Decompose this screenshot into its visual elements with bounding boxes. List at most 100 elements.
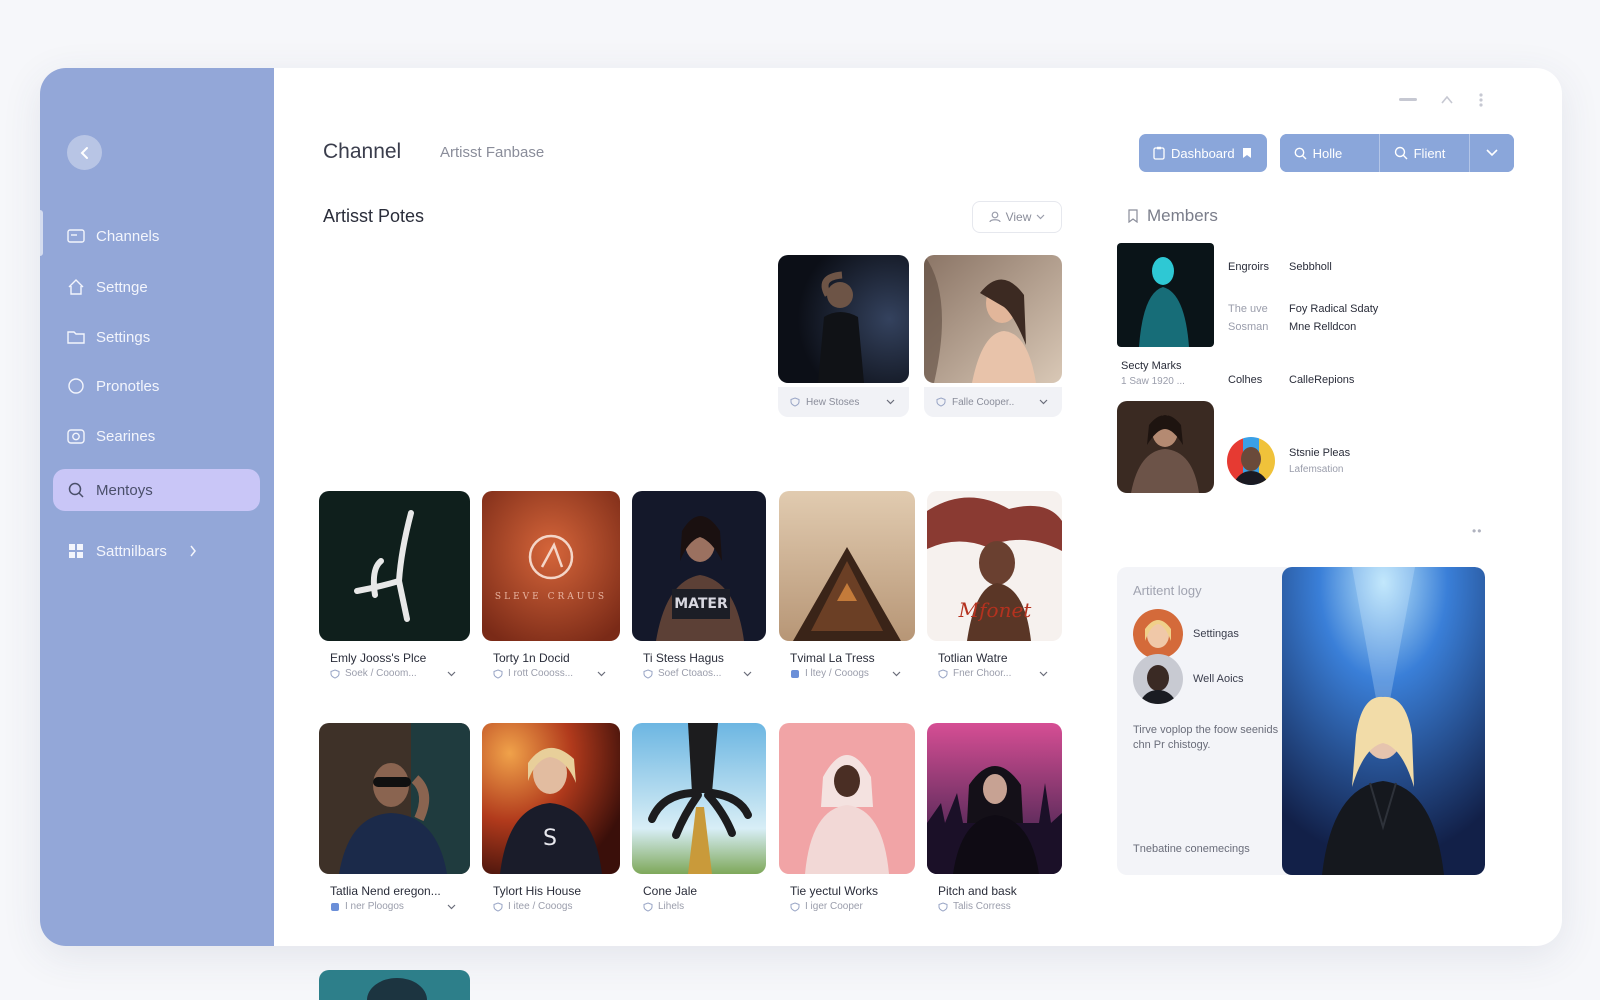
sidebar-item-label: Mentoys [96, 481, 153, 499]
member-photo[interactable] [1117, 243, 1214, 347]
chevron-right-icon [189, 545, 197, 557]
artist-hero-image [1282, 567, 1485, 875]
member-date: 1 Saw 1920 ... [1121, 376, 1185, 387]
shield-icon [493, 668, 503, 679]
shield-icon [790, 397, 800, 407]
album-title: Cone Jale [643, 884, 698, 898]
more-vertical-icon[interactable] [1470, 92, 1492, 108]
sidebar-item-settings[interactable]: Settings [53, 316, 260, 358]
featured-label: Hew Stoses [806, 396, 860, 408]
user-icon [988, 211, 1001, 223]
sidebar-item-channels[interactable]: Channels [53, 215, 260, 257]
album-cover-text: Mfonet [958, 598, 1033, 622]
sidebar-item-mentoys[interactable]: Mentoys [53, 469, 260, 511]
search-icon [1294, 147, 1307, 159]
toolbar: Dashboard Holle Flient [1139, 134, 1514, 172]
chevron-down-icon [886, 399, 895, 405]
sidebar-item-searines[interactable]: Searines [53, 415, 260, 457]
featured-pill: Hew Stoses [778, 387, 909, 417]
album-card[interactable]: Tvimal La Tress I ltey / Cooogs [779, 491, 915, 679]
album-meta: I ltey / Cooogs [779, 668, 915, 679]
sidebar: Channels Settnge Settings Pronotles Sear… [40, 68, 274, 946]
circle-icon [67, 377, 85, 395]
member-collabs-label: Colhes [1228, 374, 1263, 386]
chevron-down-icon [1036, 214, 1045, 220]
search-zoom-icon [1394, 146, 1408, 160]
sidebar-item-sattnilbars[interactable]: Sattnilbars [53, 530, 260, 572]
member-photo[interactable] [1117, 401, 1214, 493]
chevron-down-icon[interactable] [743, 671, 752, 677]
album-meta-text: Soef Ctoaos... [658, 668, 722, 679]
more-horizontal-icon[interactable]: •• [1472, 524, 1482, 538]
artist-panel-item[interactable]: Settingas [1133, 609, 1239, 659]
featured-pill: Falle Cooper.. [924, 387, 1062, 417]
shield-icon [493, 901, 503, 912]
album-cover [632, 723, 766, 874]
album-card[interactable]: Mfonet Totlian Watre Fner Choor... [927, 491, 1062, 679]
album-card[interactable]: MATER Ti Stess Hagus Soef Ctoaos... [632, 491, 766, 679]
album-card[interactable]: Tatlia Nend eregon... I ner Ploogos [319, 723, 470, 912]
check-icon [331, 902, 339, 911]
album-card[interactable]: Cone Jale Lihels [632, 723, 766, 912]
album-card[interactable]: Emly Jooss's Plce Soek / Cooom... [319, 491, 470, 679]
home-button[interactable]: Holle [1279, 134, 1380, 172]
chevron-down-icon[interactable] [447, 904, 456, 910]
album-card[interactable]: SLEVE CRAUUS Torty 1n Docid I rott Cooos… [482, 491, 620, 679]
camera-icon [67, 427, 85, 445]
album-meta: I rott Coooss... [482, 668, 620, 679]
avatar [1133, 609, 1183, 659]
album-meta-text: Lihels [658, 901, 685, 912]
back-button[interactable] [67, 135, 102, 170]
album-cover-text: SLEVE CRAUUS [495, 592, 607, 602]
sidebar-item-settnge[interactable]: Settnge [53, 266, 260, 308]
artist-panel-item[interactable]: Well Aoics [1133, 654, 1244, 704]
avatar[interactable] [1227, 437, 1275, 485]
dashboard-button[interactable]: Dashboard [1139, 134, 1267, 172]
minimize-icon[interactable] [1397, 92, 1419, 108]
sidebar-item-label: Searines [96, 427, 156, 445]
album-meta: I ner Ploogos [319, 901, 470, 912]
featured-card[interactable]: Falle Cooper.. [924, 255, 1062, 417]
artist-panel-item-label: Well Aoics [1193, 673, 1244, 685]
svg-text:S: S [543, 826, 557, 851]
toolbar-dropdown-button[interactable] [1469, 134, 1514, 172]
chevron-down-icon[interactable] [597, 671, 606, 677]
album-meta-text: I ltey / Cooogs [805, 668, 869, 679]
member-name: Secty Marks [1121, 360, 1182, 372]
shield-icon [643, 668, 653, 679]
featured-image [778, 255, 909, 383]
arrow-up-icon[interactable] [1436, 92, 1458, 108]
clipboard-icon [1153, 146, 1165, 160]
album-meta: I itee / Cooogs [482, 901, 620, 912]
search-icon [67, 481, 85, 499]
album-title: Tylort His House [493, 884, 582, 898]
album-title: Ti Stess Hagus [643, 651, 724, 665]
album-card[interactable]: S Tylort His House I itee / Cooogs [482, 723, 620, 912]
sidebar-item-pronotles[interactable]: Pronotles [53, 365, 260, 407]
artist-panel: Artitent logy Settingas Well Aoics Tirve… [1117, 567, 1485, 875]
member-row-label: The uve [1228, 303, 1268, 315]
member-column-b: Sebbholl [1289, 261, 1332, 273]
shield-icon [938, 668, 948, 679]
nav-active-marker [40, 210, 43, 256]
featured-label: Falle Cooper.. [952, 396, 1015, 408]
section-title: Artisst Potes [323, 206, 425, 226]
chevron-down-icon[interactable] [892, 671, 901, 677]
album-title: Torty 1n Docid [493, 651, 570, 665]
chevron-down-icon [1486, 149, 1498, 157]
member-column-a: Engroirs [1228, 261, 1269, 273]
album-cover [319, 491, 470, 641]
chevron-down-icon[interactable] [447, 671, 456, 677]
grid-icon [67, 542, 85, 560]
featured-card[interactable]: Hew Stoses [778, 255, 909, 417]
album-meta-text: I iger Cooper [805, 901, 863, 912]
view-dropdown[interactable]: View [972, 201, 1062, 233]
artist-panel-description: Tirve voplop the foow seenids chn Pr chi… [1133, 724, 1279, 751]
album-card[interactable]: Tie yectul Works I iger Cooper [779, 723, 915, 912]
chevron-down-icon[interactable] [1039, 671, 1048, 677]
artist-panel-footer[interactable]: Tnebatine conemecings [1133, 843, 1250, 855]
album-card[interactable]: Pitch and bask Talis Corress [927, 723, 1062, 912]
album-meta: Fner Choor... [927, 668, 1062, 679]
filter-button[interactable]: Flient [1379, 134, 1470, 172]
album-cover [779, 491, 915, 641]
